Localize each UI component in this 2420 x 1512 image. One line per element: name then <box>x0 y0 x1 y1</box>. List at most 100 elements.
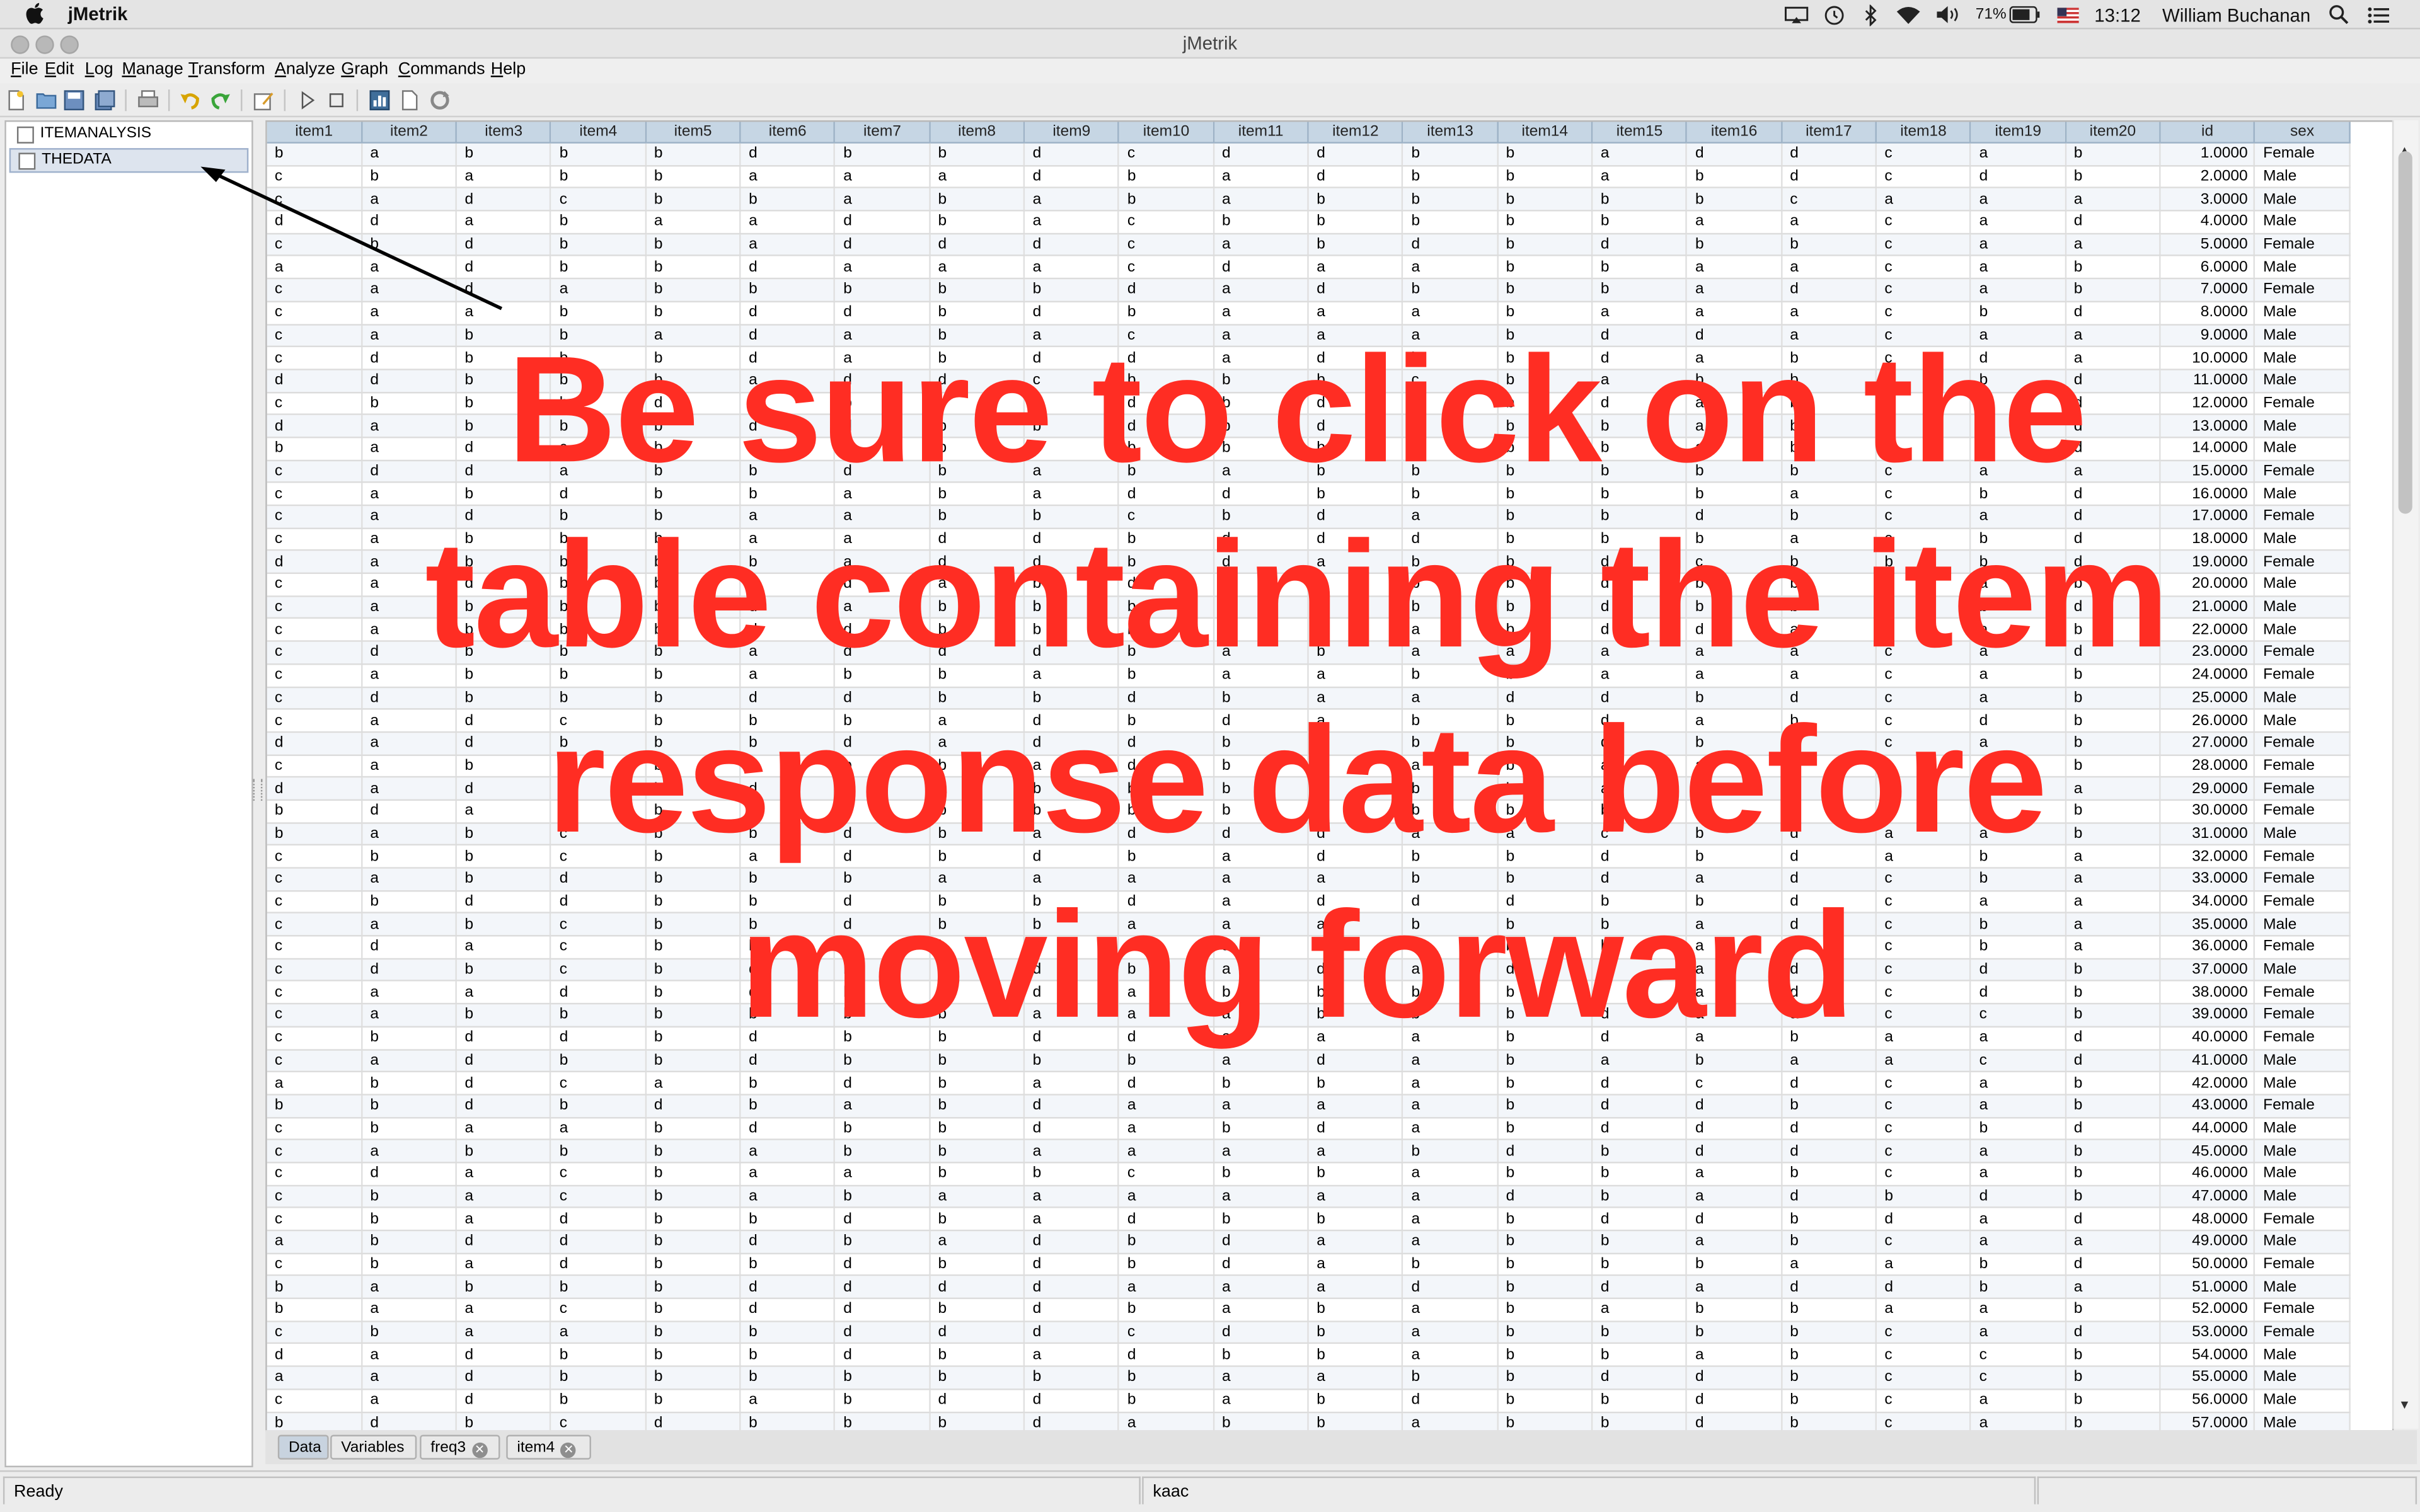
table-cell[interactable]: b <box>1213 505 1310 529</box>
table-cell[interactable]: c <box>267 1320 363 1345</box>
table-cell[interactable]: b <box>930 1162 1025 1186</box>
table-cell[interactable]: b <box>930 595 1025 620</box>
table-row[interactable]: c d a c b b b b b b a d b b b a d c b a 36.0000 Female <box>267 936 2351 959</box>
table-cell[interactable]: b <box>2065 573 2161 597</box>
menu-file[interactable]: File <box>11 60 38 79</box>
table-cell[interactable]: a <box>1024 1208 1120 1232</box>
column-header-item20[interactable]: item20 <box>2065 122 2161 144</box>
table-cell[interactable]: d <box>740 573 836 597</box>
table-cell[interactable]: b <box>645 1298 741 1322</box>
table-row[interactable]: c a b d b b b a a a a a b b d a d c b a 33.0000 Female <box>267 868 2351 891</box>
table-cell-sex[interactable]: Female <box>2254 845 2351 869</box>
table-cell[interactable]: b <box>1497 1298 1593 1322</box>
table-cell[interactable]: d <box>1781 822 1877 846</box>
table-cell[interactable]: b <box>834 958 931 982</box>
table-cell[interactable]: a <box>1592 663 1688 687</box>
table-cell[interactable]: b <box>1119 1298 1214 1322</box>
table-cell[interactable]: d <box>1781 958 1877 982</box>
table-cell[interactable]: b <box>2065 142 2161 166</box>
table-cell[interactable]: b <box>930 1004 1025 1028</box>
table-cell[interactable]: b <box>930 346 1025 370</box>
table-cell-sex[interactable]: Male <box>2254 1366 2351 1390</box>
table-cell[interactable]: b <box>1781 460 1877 484</box>
table-cell[interactable]: b <box>740 1004 836 1028</box>
table-cell[interactable]: c <box>267 981 363 1005</box>
table-cell[interactable]: a <box>1308 913 1404 937</box>
table-cell[interactable]: b <box>551 415 647 438</box>
table-cell[interactable]: a <box>1971 618 2066 643</box>
table-cell[interactable]: d <box>2065 483 2161 507</box>
table-cell[interactable]: b <box>1213 1117 1310 1141</box>
table-cell-sex[interactable]: Male <box>2254 188 2351 212</box>
table-cell[interactable]: b <box>456 1140 552 1164</box>
table-cell[interactable]: d <box>1308 142 1404 166</box>
table-cell[interactable]: b <box>1686 483 1782 507</box>
table-cell[interactable]: b <box>1497 663 1593 687</box>
table-cell[interactable]: b <box>645 822 741 846</box>
table-cell[interactable]: b <box>1971 550 2066 575</box>
table-cell[interactable]: b <box>645 415 741 438</box>
table-cell-sex[interactable]: Male <box>2254 324 2351 348</box>
table-cell[interactable]: b <box>1497 731 1593 755</box>
table-cell[interactable]: a <box>1213 460 1310 484</box>
table-cell[interactable]: d <box>1876 1208 1972 1232</box>
table-cell[interactable]: c <box>1876 618 1972 643</box>
table-cell[interactable]: d <box>1024 392 1120 416</box>
table-row[interactable]: c a b b a d a b a c a a a b d d a c a a 9.0000 Male <box>267 324 2351 348</box>
table-cell[interactable]: b <box>1781 1320 1877 1345</box>
table-cell[interactable]: a <box>1024 822 1120 846</box>
table-cell[interactable]: b <box>645 936 741 959</box>
table-cell[interactable]: d <box>1024 346 1120 370</box>
table-row[interactable]: b a d c b b d b b b b b b b b a b a b d 14.0000 Male <box>267 437 2351 461</box>
table-cell[interactable]: c <box>1119 233 1214 257</box>
table-cell[interactable]: b <box>1497 1253 1593 1277</box>
table-cell[interactable]: b <box>551 686 647 710</box>
table-cell[interactable]: b <box>1497 845 1593 869</box>
table-cell[interactable]: b <box>1592 1320 1688 1345</box>
table-cell[interactable]: b <box>1686 1320 1782 1345</box>
table-cell[interactable]: b <box>740 1411 836 1431</box>
table-cell[interactable]: b <box>834 663 931 687</box>
table-cell[interactable]: c <box>267 460 363 484</box>
table-cell[interactable]: d <box>361 1411 458 1431</box>
table-cell[interactable]: a <box>1876 1298 1972 1322</box>
table-cell[interactable]: b <box>1024 913 1120 937</box>
table-row[interactable]: c b d d b d b b d d a a a b d a b a a d 40.0000 Female <box>267 1026 2351 1050</box>
table-cell[interactable]: b <box>645 1004 741 1028</box>
table-cell[interactable]: c <box>267 890 363 914</box>
table-cell[interactable]: a <box>1308 1140 1404 1164</box>
table-cell[interactable]: d <box>1592 868 1688 891</box>
table-cell[interactable]: a <box>1971 460 2066 484</box>
table-cell[interactable]: a <box>1402 301 1499 325</box>
table-cell[interactable]: d <box>456 1389 552 1413</box>
table-cell[interactable]: a <box>1213 1185 1310 1209</box>
table-cell[interactable]: c <box>267 188 363 212</box>
column-header-item13[interactable]: item13 <box>1402 122 1499 144</box>
battery-icon[interactable] <box>2009 3 2041 26</box>
table-cell[interactable]: b <box>1213 573 1310 597</box>
table-cell[interactable]: d <box>267 210 363 234</box>
table-cell[interactable]: b <box>1402 845 1499 869</box>
table-cell[interactable]: b <box>1402 550 1499 575</box>
table-cell[interactable]: a <box>361 1276 458 1300</box>
table-cell[interactable]: b <box>930 188 1025 212</box>
table-cell[interactable]: d <box>1497 958 1593 982</box>
table-cell-sex[interactable]: Male <box>2254 618 2351 643</box>
table-cell[interactable]: b <box>740 936 836 959</box>
table-cell[interactable]: b <box>2065 1072 2161 1096</box>
table-cell[interactable]: a <box>1119 1117 1214 1141</box>
table-cell[interactable]: d <box>645 1411 741 1431</box>
table-cell[interactable]: c <box>1876 346 1972 370</box>
table-cell[interactable]: b <box>1592 913 1688 937</box>
table-cell[interactable]: d <box>1119 1343 1214 1368</box>
table-cell[interactable]: d <box>456 1343 552 1368</box>
table-cell[interactable]: d <box>1119 822 1214 846</box>
table-cell[interactable]: a <box>1402 958 1499 982</box>
table-cell[interactable]: b <box>645 754 741 778</box>
table-cell[interactable]: a <box>1213 1389 1310 1413</box>
table-cell[interactable]: a <box>1592 165 1688 189</box>
table-cell[interactable]: d <box>1024 845 1120 869</box>
edit-icon[interactable] <box>253 89 275 111</box>
table-cell-sex[interactable]: Female <box>2254 799 2351 823</box>
table-cell[interactable]: d <box>834 641 931 665</box>
